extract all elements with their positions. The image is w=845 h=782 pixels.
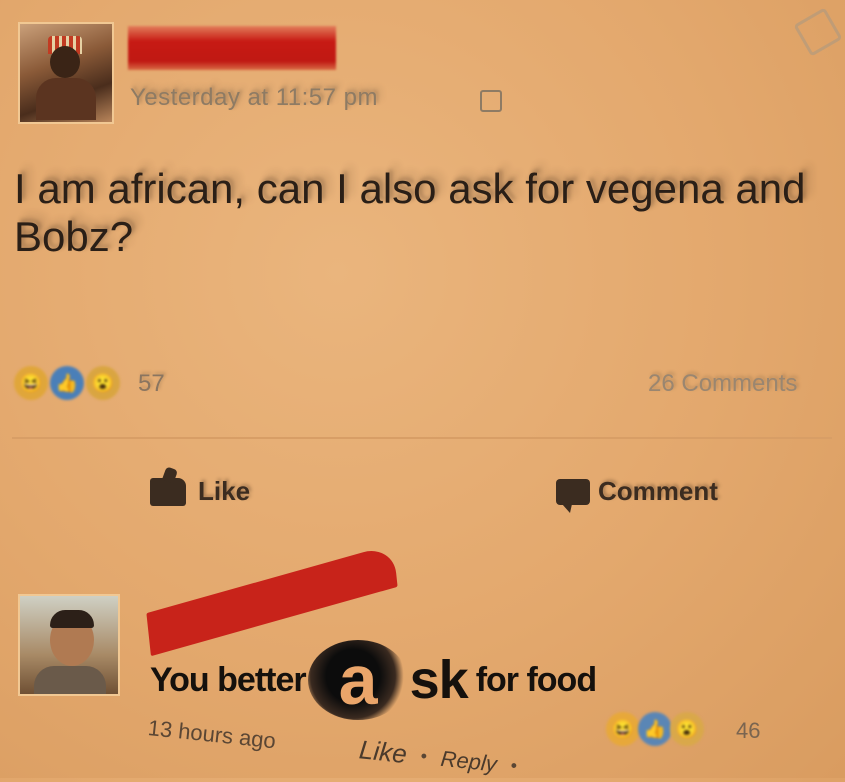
reply-reaction-count[interactable]: 46 [736, 718, 760, 744]
thumbs-up-icon [150, 477, 186, 506]
replier-avatar[interactable] [18, 594, 120, 696]
action-divider [12, 437, 832, 439]
like-reaction-icon: 👍 [638, 712, 672, 746]
reply-text-end: for food [475, 660, 597, 699]
avatar-shirt [34, 666, 106, 694]
reply-text-start: You better [150, 660, 307, 699]
reply-time[interactable]: 13 hours ago [147, 715, 277, 754]
meta-separator: • [509, 755, 519, 776]
reply-body-text: You better a sk for food [150, 640, 597, 720]
haha-reaction-icon: 😆 [606, 712, 640, 746]
post-comments-count[interactable]: 26 Comments [648, 370, 797, 398]
reply-text-big-a: a [307, 640, 408, 720]
edit-icon[interactable] [793, 7, 843, 57]
haha-reaction-icon: 😆 [14, 366, 48, 400]
like-button[interactable]: Like [150, 476, 250, 507]
comment-icon [556, 478, 590, 513]
meta-separator: • [419, 745, 429, 767]
poster-avatar[interactable] [18, 22, 114, 124]
avatar-body [36, 78, 96, 120]
post-reaction-count[interactable]: 57 [138, 370, 165, 398]
post-timestamp[interactable]: Yesterday at 11:57 pm [130, 84, 378, 112]
avatar-hair [50, 610, 94, 628]
reply-link[interactable]: Reply [439, 745, 499, 777]
avatar-head [50, 46, 80, 78]
comment-label: Comment [598, 476, 718, 506]
comment-button[interactable]: Comment [556, 476, 718, 513]
wow-reaction-icon: 😮 [670, 712, 704, 746]
redacted-poster-name [128, 26, 336, 70]
wow-reaction-icon: 😮 [86, 366, 120, 400]
reply-like-link[interactable]: Like [358, 734, 409, 770]
reply-meta-row: 13 hours ago Like • Reply • [146, 712, 518, 782]
privacy-globe-icon [480, 90, 502, 112]
like-reaction-icon: 👍 [50, 366, 84, 400]
like-label: Like [198, 476, 251, 506]
post-body-text: I am african, can I also ask for vegena … [14, 165, 806, 260]
reply-text-sk: sk [409, 650, 469, 710]
